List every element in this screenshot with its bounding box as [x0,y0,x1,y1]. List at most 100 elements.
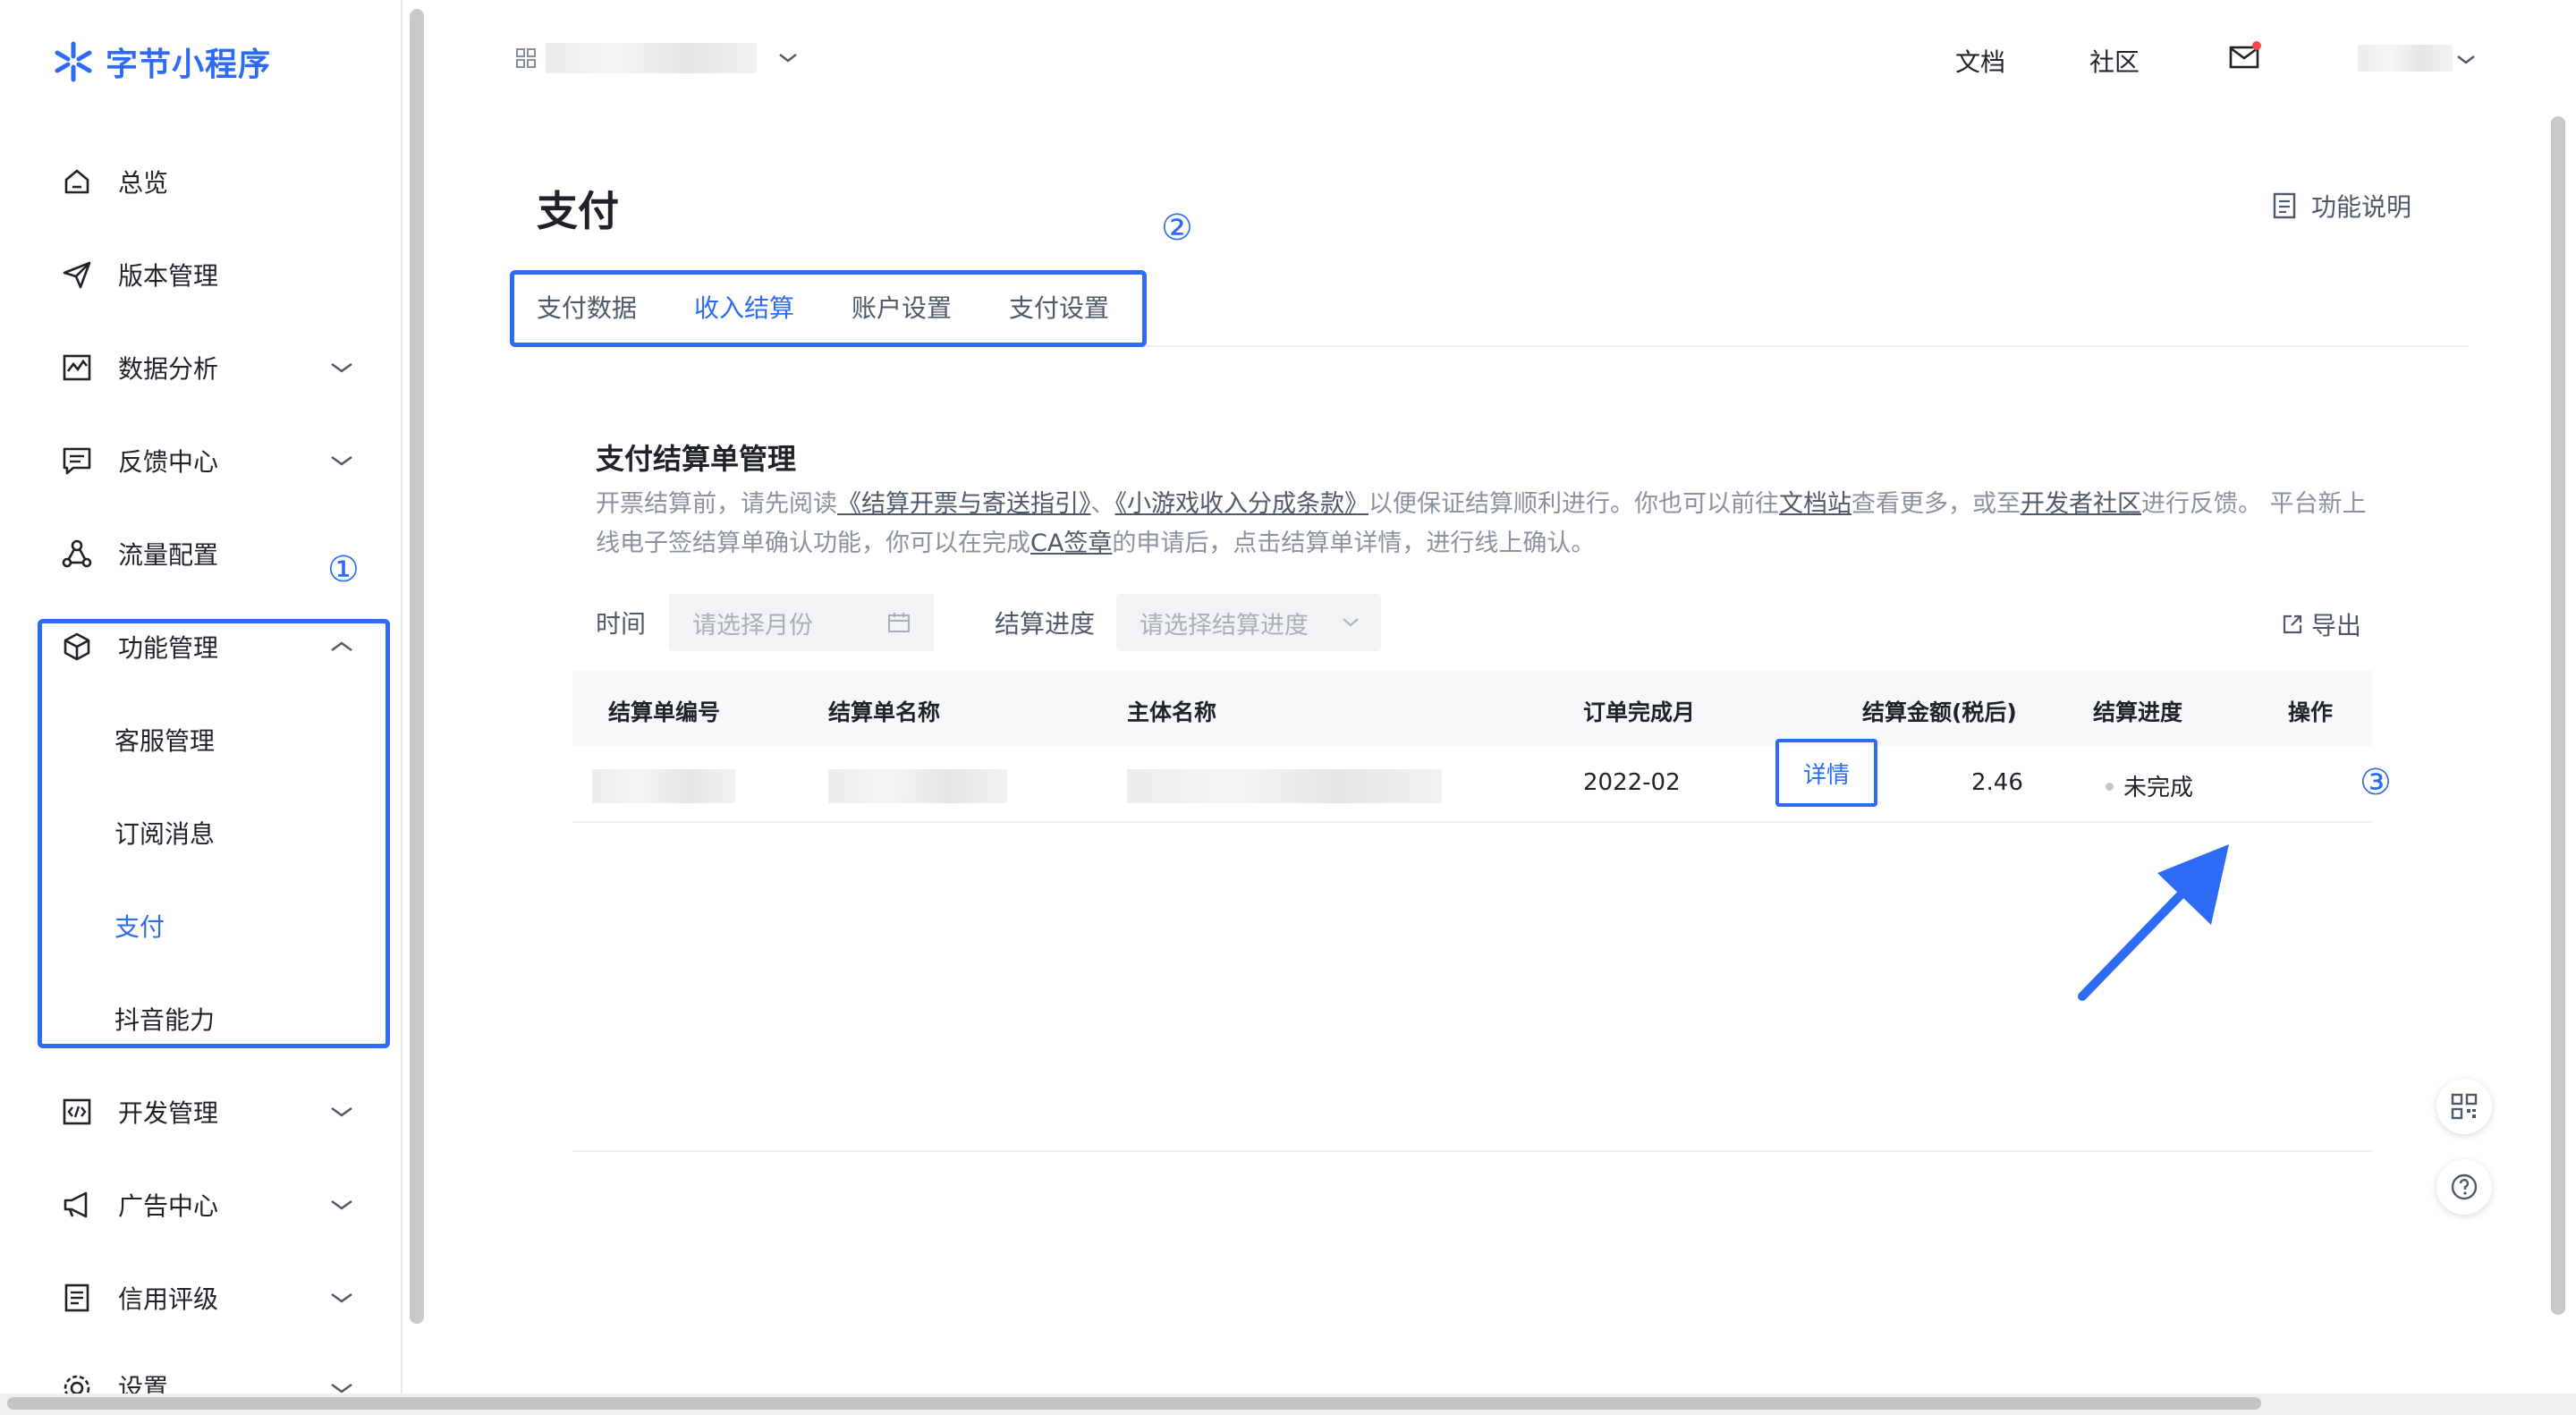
settlement-amount: 2.46 [1971,769,2023,796]
export-icon [2283,614,2302,634]
desc-text: 以便保证结算顺利进行。你也可以前往 [1368,490,1779,518]
sidebar-item-label: 反馈中心 [118,447,219,477]
main-scrollbar[interactable] [2551,116,2565,1315]
desc-text: 的申请后，点击结算单详情，进行线上确认。 [1112,530,1596,557]
chevron-down-icon[interactable] [329,1103,354,1121]
column-header: 结算金额(税后) [1862,699,2017,725]
chevron-down-icon[interactable] [329,452,354,470]
export-label: 导出 [2311,611,2362,640]
link-invoice-guide[interactable]: 《结算开票与寄送指引》 [837,490,1091,518]
chevron-down-icon[interactable] [329,1379,354,1394]
home-icon [64,169,89,194]
settlement-id-redacted [592,769,735,803]
notification-dot [2252,41,2261,50]
month-picker-placeholder: 请选择月份 [692,611,814,640]
order-month: 2022-02 [1583,769,1681,796]
desc-text: 查看更多，或至 [1852,490,2021,518]
sidebar-item-credit[interactable]: 信用评级 [0,1271,402,1325]
status-dot [2106,783,2114,791]
chevron-down-icon [1343,618,1359,627]
entity-name-redacted [1127,769,1442,803]
app-name-redacted [546,43,757,73]
column-header: 订单完成月 [1583,699,1696,725]
column-header: 操作 [2288,699,2334,725]
message-icon [63,447,91,475]
desc-text: 开票结算前，请先阅读 [596,490,837,518]
highlight-box-sidebar [38,619,390,1048]
logo[interactable]: 字节小程序 [52,39,271,84]
month-picker[interactable]: 请选择月份 [669,594,935,651]
sidebar-item-label: 版本管理 [118,261,219,291]
highlight-box-tabs [510,270,1147,347]
settlement-status: 未完成 [2123,775,2194,801]
time-label: 时间 [596,609,647,639]
column-header: 主体名称 [1127,699,1217,725]
feature-doc-label: 功能说明 [2311,192,2412,222]
sidebar-item-analytics[interactable]: 数据分析 [0,341,402,394]
share-icon [62,539,92,568]
horizontal-scrollbar[interactable] [7,1397,2261,1410]
annotation-number-2: ② [1161,208,1193,249]
user-name-redacted[interactable] [2358,45,2453,72]
sidebar-scrollbar[interactable] [410,9,424,1324]
chart-icon [63,354,91,381]
chevron-down-icon[interactable] [2456,54,2476,66]
time-filter: 时间 请选择月份 [596,594,935,651]
qrcode-button[interactable] [2436,1079,2492,1134]
grid-icon [516,48,536,68]
annotation-number-3: ③ [2360,762,2392,803]
chevron-down-icon[interactable] [329,359,354,377]
sidebar-item-settings[interactable]: 设置 [0,1360,402,1394]
document-icon [2273,192,2296,219]
feature-doc-link[interactable]: 功能说明 [2272,188,2411,224]
sidebar-item-overview[interactable]: 总览 [0,155,402,208]
annotation-number-1: ① [327,549,360,590]
chevron-down-icon [779,54,797,63]
document-icon [64,1284,89,1312]
progress-select[interactable]: 请选择结算进度 [1116,594,1382,651]
sidebar-item-label: 开发管理 [118,1098,219,1128]
code-icon [63,1098,91,1125]
send-icon [63,261,91,289]
logo-text: 字节小程序 [106,47,272,83]
chevron-down-icon[interactable] [329,1196,354,1214]
table-header: 结算单编号 结算单名称 主体名称 订单完成月 结算金额(税后) 结算进度 操作 [572,671,2372,746]
column-header: 结算进度 [2093,699,2183,725]
megaphone-icon [64,1191,88,1218]
docs-link[interactable]: 文档 [1955,43,2005,79]
table-row: 2022-02 2.46 未完成 [572,746,2372,823]
help-button[interactable] [2436,1159,2492,1215]
community-link[interactable]: 社区 [2089,43,2140,79]
gear-icon [64,1375,90,1394]
export-button[interactable]: 导出 [2281,606,2361,642]
app-switcher[interactable] [515,43,798,73]
qrcode-icon [2451,1093,2478,1120]
sidebar-item-ads[interactable]: 广告中心 [0,1178,402,1232]
chevron-down-icon[interactable] [329,1289,354,1307]
link-doc-site[interactable]: 文档站 [1779,490,1852,518]
desc-text: 、 [1090,490,1115,518]
sidebar-item-label: 流量配置 [118,540,219,570]
card-description: 开票结算前，请先阅读《结算开票与寄送指引》、《小游戏收入分成条款》以便保证结算顺… [596,485,2367,563]
progress-filter: 结算进度 请选择结算进度 [995,594,1382,651]
sidebar-item-label: 设置 [118,1373,169,1394]
column-header: 结算单编号 [608,699,721,725]
sidebar-item-label: 信用评级 [118,1284,219,1314]
table-bottom-divider [572,1150,2372,1152]
sidebar-item-dev[interactable]: 开发管理 [0,1085,402,1139]
sidebar-item-feedback[interactable]: 反馈中心 [0,434,402,487]
progress-label: 结算进度 [995,609,1096,639]
column-header: 结算单名称 [828,699,941,725]
logo-icon [55,41,92,82]
progress-select-placeholder: 请选择结算进度 [1140,611,1309,640]
sidebar-item-label: 总览 [118,168,169,198]
sidebar-item-version[interactable]: 版本管理 [0,248,402,301]
link-dev-community[interactable]: 开发者社区 [2021,490,2141,518]
sidebar-item-label: 数据分析 [118,354,219,384]
link-revenue-terms[interactable]: 《小游戏收入分成条款》 [1115,490,1369,518]
link-ca-sign[interactable]: CA签章 [1030,530,1112,557]
detail-button[interactable]: 详情 [1775,739,1877,807]
card-title: 支付结算单管理 [596,442,797,476]
sidebar-item-label: 广告中心 [118,1191,219,1221]
calendar-icon [888,613,911,632]
